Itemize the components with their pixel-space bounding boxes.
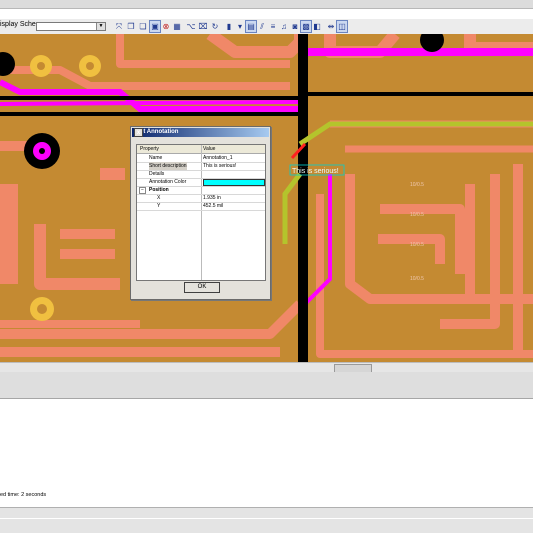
column-header-value: Value	[203, 146, 216, 152]
chevron-down-icon[interactable]: ▼	[96, 23, 105, 30]
net-label: 10/0.5	[410, 182, 424, 188]
close-icon[interactable]: x	[134, 128, 143, 137]
collapse-icon[interactable]: −	[139, 187, 146, 194]
row-key: X	[157, 195, 161, 201]
row-key: Short description	[149, 162, 187, 170]
row-key: Position	[149, 187, 169, 193]
property-grid: Property Value Name Annotation_1 Short d…	[136, 144, 266, 281]
split-icon[interactable]: ⇹	[326, 21, 336, 32]
copy-icon[interactable]: ❐	[126, 21, 136, 32]
dropdown-icon[interactable]: ▾	[235, 21, 245, 32]
ok-button[interactable]: OK	[184, 282, 220, 293]
database-icon[interactable]: ◙	[290, 21, 300, 32]
column-header-property: Property	[140, 146, 159, 152]
stop-icon[interactable]: ⊗	[161, 21, 171, 32]
paste-icon[interactable]: ❏	[138, 21, 148, 32]
menu-strip	[0, 0, 533, 9]
zoom-fit-icon[interactable]: ⤧	[114, 21, 124, 32]
parallel-lines-icon[interactable]: ⫽	[257, 21, 267, 32]
grid-icon[interactable]: ▦	[172, 21, 182, 32]
unroute-icon[interactable]: ⌧	[198, 21, 208, 32]
panel-divider	[0, 372, 533, 399]
output-log-line: ed time: 2 seconds	[0, 492, 47, 498]
row-key: Details	[149, 171, 165, 177]
annotation-color-swatch[interactable]	[203, 179, 265, 186]
refresh-icon[interactable]: ↻	[210, 21, 220, 32]
via-hole	[37, 304, 47, 314]
trace-icon[interactable]: ≡	[268, 21, 278, 32]
row-value[interactable]: 1.935 in	[203, 194, 221, 202]
row-key: Y	[157, 203, 161, 209]
highlight-icon[interactable]: ▤	[245, 20, 257, 33]
annotation-label[interactable]: This is serious!	[292, 168, 339, 175]
row-value[interactable]: 452.5 mil	[203, 202, 223, 210]
fill-icon[interactable]: ▩	[300, 20, 312, 33]
route-icon[interactable]: ⌥	[186, 21, 196, 32]
row-key: Annotation Color	[149, 179, 187, 185]
music-note-icon[interactable]: ♫	[279, 21, 289, 32]
display-scheme-select[interactable]: ▼	[36, 22, 106, 31]
net-label: 10/0.5	[410, 276, 424, 282]
status-segment	[0, 518, 533, 527]
edit-annotation-dialog: Edit Annotation x Property Value Name An…	[130, 126, 271, 300]
net-label: 10/0.5	[410, 242, 424, 248]
row-key: Name	[149, 155, 163, 161]
panel-icon[interactable]: ◫	[336, 20, 348, 33]
dialog-titlebar[interactable]: Edit Annotation x	[132, 128, 269, 137]
net-label: 10/0.5	[410, 212, 424, 218]
status-bar	[0, 507, 533, 533]
via-hole	[39, 148, 45, 154]
via-hole	[86, 62, 94, 70]
row-value[interactable]: This is serious!	[203, 162, 236, 170]
grid-row-y[interactable]: Y 452.5 mil	[137, 202, 265, 211]
teal-icon[interactable]: ◧	[312, 21, 322, 32]
layer-icon[interactable]: ▮	[224, 21, 234, 32]
output-panel: ed time: 2 seconds	[0, 399, 533, 507]
pcb-editor-window: isplay Scheme ▼ ⤧ ❐ ❏ ▣ ⊗ ▦ ⌥ ⌧ ↻ ▮ ▾ ▤ …	[0, 0, 533, 533]
select-mode-icon[interactable]: ▣	[149, 20, 161, 33]
row-value[interactable]: Annotation_1	[203, 154, 232, 162]
via-hole	[37, 62, 45, 70]
